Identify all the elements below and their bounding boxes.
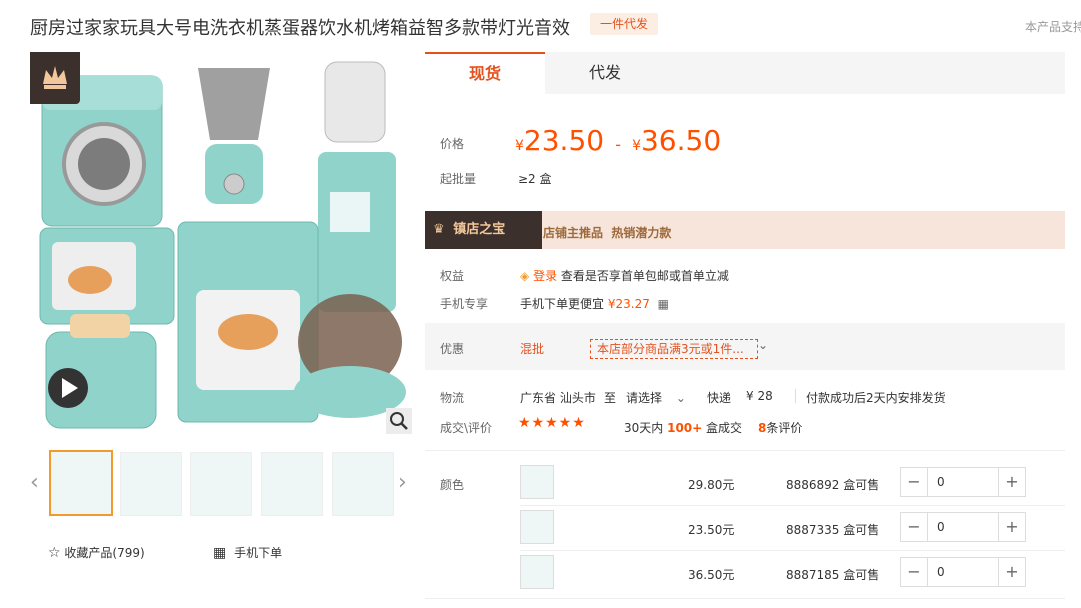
variant-price: 29.80元 bbox=[688, 478, 735, 492]
discount-label: 优惠 bbox=[440, 342, 465, 356]
divider bbox=[425, 598, 1065, 599]
divider bbox=[520, 550, 1065, 551]
crown-icon: ♛ bbox=[433, 222, 445, 237]
plus-button[interactable]: + bbox=[998, 513, 1025, 541]
thumbnail[interactable] bbox=[49, 450, 113, 516]
thumbnail[interactable] bbox=[332, 452, 394, 516]
express-fee: ¥ 28 bbox=[746, 389, 773, 403]
variant-stock: 8887185 盒可售 bbox=[786, 568, 880, 582]
product-title: 厨房过家家玩具大号电洗衣机蒸蛋器饮水机烤箱益智多款带灯光音效 bbox=[30, 18, 570, 39]
mobile-deal-label: 手机专享 bbox=[440, 297, 489, 311]
divider bbox=[795, 389, 796, 403]
quantity-input[interactable]: 0 bbox=[929, 513, 1003, 541]
crown-badge bbox=[30, 52, 80, 104]
minus-button[interactable]: − bbox=[901, 558, 928, 586]
express-label: 快递 bbox=[707, 391, 732, 405]
crown-icon bbox=[43, 66, 67, 89]
chevron-down-icon: ⌄ bbox=[675, 391, 686, 405]
price-label: 价格 bbox=[440, 137, 465, 151]
divider bbox=[425, 450, 1065, 451]
minus-button[interactable]: − bbox=[901, 513, 928, 541]
price-range: ¥23.50 - ¥36.50 bbox=[515, 124, 722, 157]
quantity-input[interactable]: 0 bbox=[929, 558, 1003, 586]
variant-thumbnail[interactable] bbox=[520, 555, 554, 589]
product-collage bbox=[39, 61, 406, 429]
logistics-from: 广东省 汕头市 bbox=[520, 391, 596, 405]
variant-price: 23.50元 bbox=[688, 523, 735, 537]
rights-row: ◈ 登录 查看是否享首单包邮或首单立减 bbox=[520, 269, 729, 283]
qr-code-icon[interactable]: ▦ bbox=[658, 297, 669, 311]
quantity-stepper: − 0 + bbox=[900, 557, 1026, 587]
star-outline-icon: ☆ bbox=[48, 545, 61, 561]
tab-spot[interactable]: 现货 bbox=[425, 52, 545, 94]
thumb-prev-arrow[interactable]: ‹ bbox=[30, 470, 39, 495]
quantity-stepper: − 0 + bbox=[900, 512, 1026, 542]
discount-type: 混批 bbox=[520, 342, 545, 356]
rating-stars: ★★★★★ bbox=[518, 415, 586, 431]
mobile-deal-row: 手机下单更便宜 ¥23.27 ▦ bbox=[520, 297, 670, 311]
plus-button[interactable]: + bbox=[998, 558, 1025, 586]
dropship-badge[interactable]: 一件代发 bbox=[590, 13, 658, 35]
minus-button[interactable]: − bbox=[901, 468, 928, 496]
variant-thumbnail[interactable] bbox=[520, 510, 554, 544]
banner-text: 店铺主推品 热销潜力款 bbox=[543, 226, 672, 240]
destination-select[interactable]: 请选择 ⌄ bbox=[626, 389, 686, 406]
tab-dropship[interactable]: 代发 bbox=[545, 52, 665, 94]
thumbnail-strip: ‹ › bbox=[30, 450, 415, 520]
mobile-order-label: 手机下单 bbox=[234, 546, 283, 560]
rights-label: 权益 bbox=[440, 269, 465, 283]
chevron-down-icon[interactable]: ⌄ bbox=[758, 338, 768, 352]
price-high: 36.50 bbox=[640, 124, 722, 157]
coupon-tag[interactable]: 本店部分商品满3元或1件... bbox=[590, 339, 758, 359]
moq-label: 起批量 bbox=[440, 172, 477, 186]
review-count[interactable]: 8条评价 bbox=[758, 419, 802, 436]
logistics-to: 至 bbox=[604, 391, 617, 405]
price-low: 23.50 bbox=[523, 124, 605, 157]
store-treasure-brand: ♛ 镇店之宝 bbox=[425, 211, 542, 249]
color-label: 颜色 bbox=[440, 478, 465, 492]
deals-label: 成交\评价 bbox=[440, 421, 493, 435]
moq-value: ≥2 盒 bbox=[518, 172, 552, 186]
magnifier-icon bbox=[390, 412, 408, 430]
gift-icon: ◈ bbox=[520, 269, 530, 283]
qr-code-icon: ▦ bbox=[213, 545, 227, 561]
variant-stock: 8887335 盒可售 bbox=[786, 523, 880, 537]
thumbnail[interactable] bbox=[261, 452, 323, 516]
support-text: 本产品支持 bbox=[1025, 20, 1081, 34]
quantity-stepper: − 0 + bbox=[900, 467, 1026, 497]
plus-button[interactable]: + bbox=[998, 468, 1025, 496]
tab-bar: 现货 代发 bbox=[425, 52, 1065, 94]
thumbnail[interactable] bbox=[190, 452, 252, 516]
mobile-order-button[interactable]: ▦ 手机下单 bbox=[213, 544, 282, 561]
favorite-label: 收藏产品(799) bbox=[64, 546, 145, 560]
quantity-input[interactable]: 0 bbox=[929, 468, 1003, 496]
deal-count: 30天内 100+ 盒成交 bbox=[624, 421, 743, 435]
divider bbox=[520, 505, 1065, 506]
main-product-image[interactable] bbox=[30, 52, 412, 434]
shipping-note: 付款成功后2天内安排发货 bbox=[806, 391, 946, 405]
thumbnail[interactable] bbox=[120, 452, 182, 516]
variant-thumbnail[interactable] bbox=[520, 465, 554, 499]
favorite-button[interactable]: ☆ 收藏产品(799) bbox=[48, 544, 145, 561]
zoom-button[interactable] bbox=[386, 408, 412, 434]
variant-price: 36.50元 bbox=[688, 568, 735, 582]
login-link[interactable]: 登录 bbox=[533, 269, 557, 283]
logistics-label: 物流 bbox=[440, 391, 465, 405]
variant-stock: 8886892 盒可售 bbox=[786, 478, 880, 492]
thumb-next-arrow[interactable]: › bbox=[398, 470, 407, 495]
